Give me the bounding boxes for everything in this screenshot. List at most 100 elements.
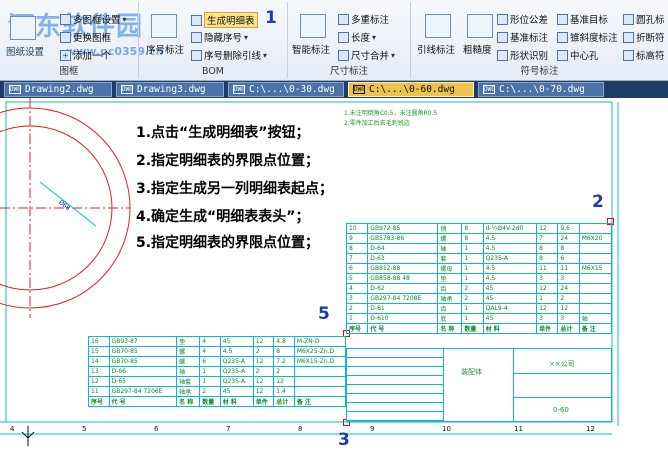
table-cell: 8 <box>461 233 484 244</box>
ucs-axis-b <box>27 431 35 439</box>
table-cell: GB297-84 7206E <box>108 386 178 397</box>
table-cell: 24 <box>557 283 580 294</box>
table-cell: 11 <box>557 263 580 274</box>
table-cell: M6X15 <box>578 263 613 274</box>
table-cell: 4.5 <box>482 243 538 254</box>
table-cell: 名 称 <box>176 396 201 407</box>
table-cell: 8 <box>461 223 484 234</box>
ruler-label: 9 <box>370 425 375 433</box>
leader-button[interactable]: 引线标注 <box>417 42 455 56</box>
add-one-button[interactable]: + 添加一个 <box>60 48 111 62</box>
hide-seq-button[interactable]: 隐藏序号 ▾ <box>191 30 248 44</box>
roughness-icon[interactable] <box>467 14 493 38</box>
ruler-label: 6 <box>154 425 159 433</box>
drawing-canvas[interactable]: Ø68 1.未注明倒角C0.5，未注圆角R0.5 2.零件加工后去毛刺锐边 1.… <box>0 98 668 455</box>
length-button[interactable]: 长度 ▾ <box>338 30 376 44</box>
table-cell: 轴承 <box>437 293 463 304</box>
ruler-label: 11 <box>514 425 523 433</box>
tab-0-70[interactable]: DWG C:\...\0-70.dwg <box>478 82 604 97</box>
elevation-button[interactable]: 标高符 <box>623 48 665 62</box>
table-row: 6 GB812-88 螺母 1 4.5 11 11 M6X15 <box>345 263 613 274</box>
drawing-settings-icon[interactable] <box>10 16 36 40</box>
taper-button[interactable]: 锥斜度标注 <box>557 30 618 44</box>
table-cell: d-½Ø4V-2d0 <box>482 223 538 234</box>
center-hole-button[interactable]: 中心孔 <box>557 48 599 62</box>
table-row: 8 D-64 轴 1 4.5 8 8 <box>345 243 613 254</box>
table-cell: 1 <box>461 313 484 324</box>
table-row: 5 GB858-88 48 垫 1 4.5 3 3 <box>345 273 613 284</box>
leader-icon[interactable] <box>425 14 451 38</box>
ucs-axis-a <box>21 431 29 439</box>
table-cell: 材 料 <box>219 396 254 407</box>
ruler-icon <box>338 31 349 43</box>
table-cell: 15 <box>88 346 110 357</box>
round-hole-button[interactable]: 圆孔标 <box>623 12 665 26</box>
drawing-settings-button[interactable]: 图纸设置 <box>6 44 44 58</box>
dim-merge-button[interactable]: 尺寸合并 ▾ <box>338 48 395 62</box>
table-cell: 3 <box>536 273 559 284</box>
table-cell: M6X15-Zn.D <box>293 356 347 367</box>
seq-delete-leader-button[interactable]: 序号删除引线 ▾ <box>191 48 267 62</box>
table-cell: 8 <box>273 346 295 357</box>
tab-0-60[interactable]: DWG C:\...\0-60.dwg <box>348 82 474 97</box>
roughness-button[interactable]: 粗糙度 <box>463 42 492 56</box>
callout-3: 3 <box>338 430 350 450</box>
table-cell: GB5783-86 <box>367 233 439 244</box>
table-cell: 12 <box>252 336 275 347</box>
table-cell: 4.5 <box>482 233 538 244</box>
table-cell: M-ZN-D <box>293 336 347 347</box>
instruction-step-1: 1.点击“生成明细表”按钮； <box>136 125 310 141</box>
ruler-label: 5 <box>82 425 87 433</box>
table-header-row: 序号代 号名 称数量材 料单件 总计备 注 <box>345 323 613 334</box>
table-cell: 45 <box>482 313 538 324</box>
change-frame-button[interactable]: 更换图框 <box>60 30 111 44</box>
table-cell: 4 <box>345 283 369 294</box>
table-cell: 2 <box>345 303 369 314</box>
ribbon-group-symbol: 引线标注 粗糙度 形位公差 基准标注 形状识别 基准目标 锥斜度标注 中心孔 圆… <box>411 2 668 78</box>
title-block-divider-2 <box>513 397 611 398</box>
table-cell: Q235-A <box>482 253 538 264</box>
seq-label-button[interactable]: 序号标注 <box>146 42 184 56</box>
table-cell: 12 <box>536 223 559 234</box>
tab-drawing2[interactable]: DWG Drawing2.dwg <box>4 82 112 97</box>
table-cell: 2 <box>252 366 275 377</box>
tab-0-30[interactable]: DWG C:\...\0-30.dwg <box>228 82 344 97</box>
document-tab-bar: DWG Drawing2.dwg DWG Drawing3.dwg DWG C:\..… <box>0 81 668 98</box>
smart-dim-button[interactable]: 智能标注 <box>292 42 330 56</box>
table-cell: 轴套 <box>176 376 201 387</box>
form-tolerance-button[interactable]: 形位公差 <box>497 12 548 26</box>
table-row: 13 D-66 轴 1 Q235-A 2 2 <box>88 366 347 377</box>
multi-dim-button[interactable]: 多重标注 <box>338 12 389 26</box>
generate-bom-button[interactable]: 生成明细表 <box>191 12 258 28</box>
table-cell: 13 <box>88 366 110 377</box>
seq-label-icon[interactable] <box>151 14 177 38</box>
chevron-down-icon: ▾ <box>263 50 268 60</box>
shape-id-button[interactable]: 形状识别 <box>497 48 548 62</box>
table-cell: 45 <box>482 293 538 304</box>
table-cell: 12 <box>536 303 559 314</box>
break-button[interactable]: 折断符 <box>623 30 665 44</box>
table-cell: 1 <box>199 376 221 387</box>
table-cell: M6X20 <box>578 233 613 244</box>
table-cell: 45 <box>219 386 254 397</box>
dwg-file-icon: DWG <box>353 85 365 94</box>
datum-target-button[interactable]: 基准目标 <box>557 12 608 26</box>
table-cell: 2 <box>273 366 295 377</box>
table-cell: GB972-85 <box>367 223 439 234</box>
table-cell: 齿 <box>437 303 463 314</box>
table-cell: 45 <box>219 336 254 347</box>
table-cell: D-65 <box>108 376 178 387</box>
table-cell: 12 <box>252 356 275 367</box>
ruler-label: 10 <box>442 425 451 433</box>
table-cell: 5 <box>345 273 369 284</box>
multi-dim-icon <box>338 13 349 25</box>
table-cell: 轴 <box>437 243 463 254</box>
table-cell: 9.6 <box>557 223 580 234</box>
smart-dim-icon[interactable] <box>300 14 326 38</box>
multi-frame-button[interactable]: 多图框设置 ▾ <box>60 12 127 26</box>
datum-sym-button[interactable]: 基准标注 <box>497 30 548 44</box>
tab-drawing3[interactable]: DWG Drawing3.dwg <box>116 82 224 97</box>
table-cell: 1 <box>536 293 559 304</box>
table-cell: 总计 <box>273 396 295 407</box>
table-cell: 4.5 <box>482 263 538 274</box>
